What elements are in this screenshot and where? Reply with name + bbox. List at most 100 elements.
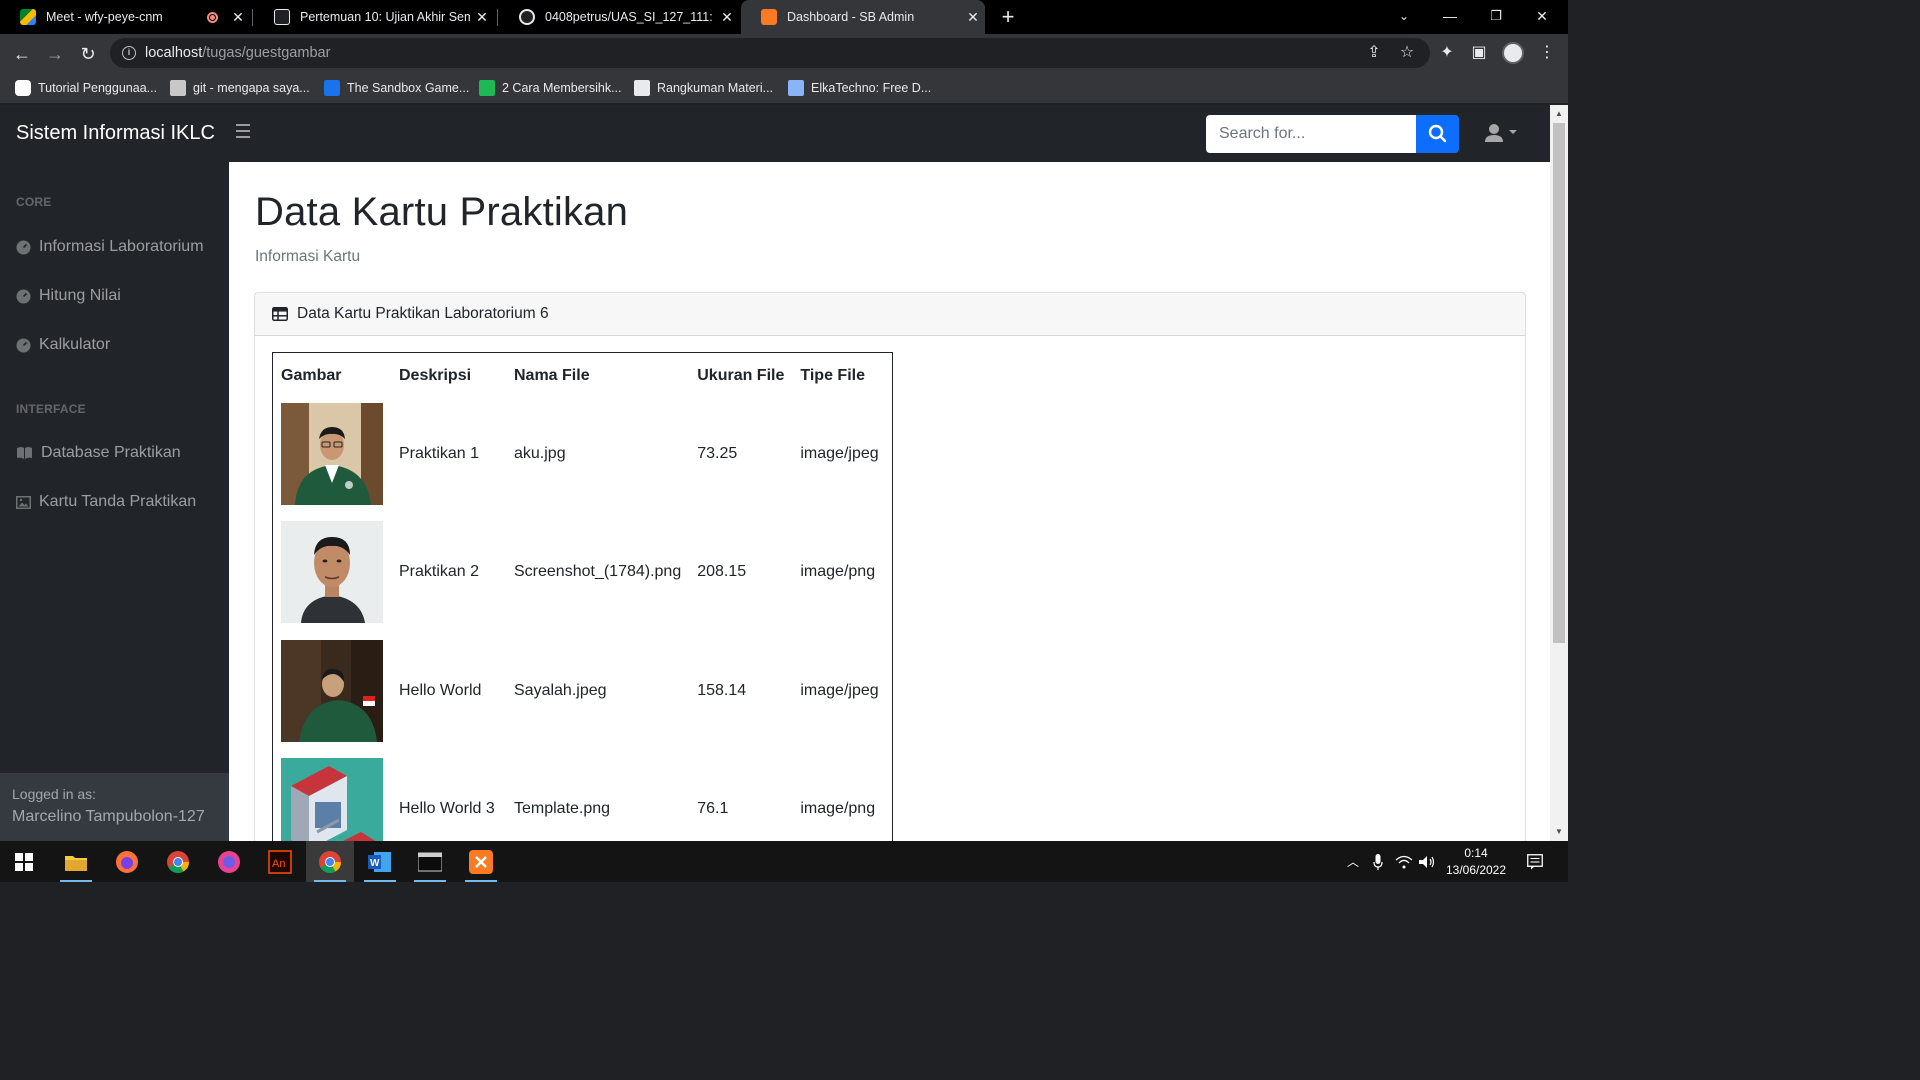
logged-in-user: Marcelino Tampubolon-127: [12, 808, 205, 825]
sidebar-heading-core: CORE: [16, 195, 52, 209]
menu-kebab-icon[interactable]: ⋮: [1537, 43, 1557, 63]
firefox-icon[interactable]: [103, 841, 151, 882]
new-tab-button[interactable]: +: [995, 3, 1021, 31]
sidebar-item-label: Kalkulator: [39, 336, 111, 353]
restore-button[interactable]: ❐: [1473, 0, 1519, 34]
profile-avatar[interactable]: [1502, 42, 1524, 64]
sidebar-item-label: Kartu Tanda Praktikan: [39, 493, 197, 510]
tab-separator: [497, 9, 498, 26]
user-icon: [1485, 124, 1517, 142]
tab-search-icon[interactable]: ⌄: [1381, 0, 1427, 34]
tipe-file-cell: image/jpeg: [800, 681, 879, 699]
bookmark-item[interactable]: git - mengapa saya...: [170, 78, 310, 98]
praktikan-photo: [281, 521, 383, 624]
page-scrollbar[interactable]: ▲ ▼: [1550, 105, 1568, 841]
classroom-icon: [274, 9, 290, 25]
bookmark-item[interactable]: ElkaTechno: Free D...: [788, 78, 931, 98]
word-icon[interactable]: W: [356, 841, 404, 882]
app-icon[interactable]: [205, 841, 253, 882]
address-bar[interactable]: i localhost /tugas/guestgambar: [110, 38, 1430, 68]
show-hidden-icons[interactable]: ︿: [1342, 841, 1364, 882]
bookmark-item[interactable]: Rangkuman Materi...: [634, 78, 773, 98]
image-cell: [273, 395, 392, 514]
adobe-animate-icon[interactable]: An: [256, 841, 304, 882]
ukuran-file-cell: 158.14: [697, 681, 747, 699]
table-row: Hello World 3 Template.png 76.1 image/pn…: [273, 750, 893, 841]
site-info-icon[interactable]: i: [122, 46, 136, 60]
bookmark-icon: [479, 80, 495, 96]
sidebar-item-informasi-laboratorium[interactable]: Informasi Laboratorium: [16, 238, 204, 256]
column-header: Tipe File: [800, 366, 865, 384]
nama-file-cell: aku.jpg: [514, 444, 566, 462]
tipe-file-cell: image/png: [800, 800, 876, 817]
tab-title: Pertemuan 10: Ujian Akhir Semester: [300, 10, 470, 24]
nama-file-cell: Screenshot_(1784).png: [514, 563, 682, 581]
file-explorer-icon[interactable]: [52, 841, 100, 882]
scroll-thumb[interactable]: [1553, 123, 1565, 643]
share-icon[interactable]: ⇪: [1364, 43, 1384, 63]
sidebar-item-kartu-tanda-praktikan[interactable]: Kartu Tanda Praktikan: [16, 493, 196, 511]
back-button[interactable]: ←: [8, 40, 36, 68]
tab-dashboard[interactable]: Dashboard - SB Admin ✕: [741, 0, 985, 34]
volume-icon[interactable]: [1416, 841, 1438, 882]
sidebar-item-label: Hitung Nilai: [39, 287, 121, 304]
scroll-up-icon[interactable]: ▲: [1554, 109, 1564, 119]
forward-button[interactable]: →: [41, 40, 69, 68]
search-button[interactable]: [1416, 115, 1459, 153]
close-tab-icon[interactable]: ✕: [715, 9, 739, 26]
deskripsi-cell: Praktikan 2: [399, 563, 480, 581]
svg-text:An: An: [272, 858, 285, 870]
table-icon: [272, 307, 288, 321]
close-tab-icon[interactable]: ✕: [226, 9, 250, 26]
xampp-icon[interactable]: [457, 841, 505, 882]
sidebar: CORE Informasi Laboratorium Hitung Nilai…: [0, 162, 229, 841]
bookmark-item[interactable]: 2 Cara Membersihk...: [479, 78, 621, 98]
bookmark-item[interactable]: The Sandbox Game...: [324, 78, 469, 98]
close-tab-icon[interactable]: ✕: [961, 9, 985, 26]
image-icon: [16, 495, 31, 509]
sidebar-heading-interface: INTERFACE: [16, 402, 86, 416]
browser-tabstrip: Meet - wfy-peye-cnm ✕ Pertemuan 10: Ujia…: [0, 0, 1568, 34]
tab-meet[interactable]: Meet - wfy-peye-cnm ✕: [0, 0, 250, 34]
dashboard-gauge-icon: [16, 338, 31, 352]
chrome-icon[interactable]: [154, 841, 202, 882]
main-content: Data Kartu Praktikan Informasi Kartu Dat…: [229, 162, 1550, 841]
bookmark-item[interactable]: Tutorial Penggunaa...: [15, 78, 157, 98]
terminal-icon[interactable]: [406, 841, 454, 882]
tab-title: Dashboard - SB Admin: [787, 10, 915, 24]
system-clock[interactable]: 0:14 13/06/2022: [1440, 845, 1512, 879]
windows-taskbar: An W ︿ 0:14 13/06/2022: [0, 841, 1568, 882]
sidebar-item-kalkulator[interactable]: Kalkulator: [16, 336, 110, 354]
microphone-icon[interactable]: [1368, 841, 1388, 882]
side-panel-icon[interactable]: ▣: [1469, 43, 1489, 63]
search-input[interactable]: [1206, 115, 1416, 153]
bookmark-label: Rangkuman Materi...: [657, 81, 774, 95]
dashboard-gauge-icon: [16, 289, 31, 303]
praktikan-photo: [281, 402, 383, 505]
sidebar-item-hitung-nilai[interactable]: Hitung Nilai: [16, 287, 121, 305]
sidebar-item-database-praktikan[interactable]: Database Praktikan: [16, 444, 181, 462]
chrome-active-icon[interactable]: [306, 841, 354, 882]
reload-button[interactable]: ↻: [74, 40, 102, 68]
template-image: [281, 758, 383, 841]
bookmark-label: 2 Cara Membersihk...: [502, 81, 622, 95]
sidebar-toggle-icon[interactable]: [236, 124, 254, 142]
table-row: Praktikan 2 Screenshot_(1784).png 208.15…: [273, 513, 893, 632]
windows-start-icon[interactable]: [0, 841, 48, 882]
scroll-down-icon[interactable]: ▼: [1554, 827, 1564, 837]
tab-ujian[interactable]: Pertemuan 10: Ujian Akhir Semester ✕: [254, 0, 494, 34]
wifi-icon[interactable]: [1393, 841, 1415, 882]
minimize-button[interactable]: —: [1427, 0, 1473, 34]
window-close-button[interactable]: ✕: [1519, 0, 1565, 34]
extensions-icon[interactable]: ✦: [1437, 43, 1457, 63]
notifications-icon[interactable]: [1522, 841, 1548, 882]
brand-title[interactable]: Sistem Informasi IKLC: [16, 122, 215, 145]
bookmark-icon: [170, 80, 186, 96]
bookmark-star-icon[interactable]: ☆: [1397, 43, 1417, 63]
user-dropdown[interactable]: [1484, 123, 1524, 145]
tab-github[interactable]: 0408petrus/UAS_SI_127_111: Pen ✕: [499, 0, 739, 34]
close-tab-icon[interactable]: ✕: [470, 9, 494, 26]
bookmark-label: The Sandbox Game...: [347, 81, 470, 95]
table-header-row: Gambar Deskripsi Nama File Ukuran File T…: [273, 353, 893, 395]
dashboard-gauge-icon: [16, 240, 31, 254]
